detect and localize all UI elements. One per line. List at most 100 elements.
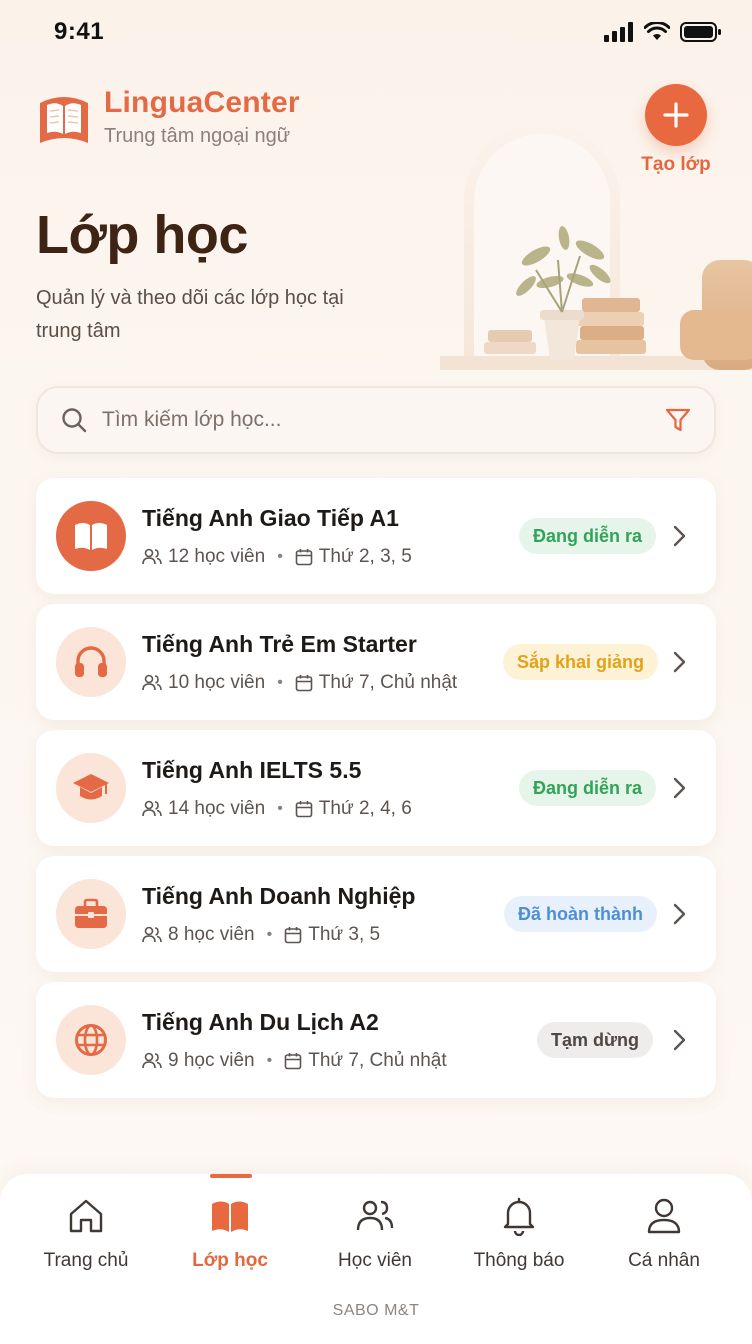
separator-dot: • xyxy=(266,1052,273,1069)
book-icon xyxy=(212,1201,248,1232)
class-meta: 10 học viên • Thứ 7, Chủ nhật xyxy=(142,672,457,694)
filter-icon[interactable] xyxy=(664,406,692,434)
user-icon xyxy=(647,1198,681,1234)
chevron-right-icon[interactable] xyxy=(672,1026,688,1054)
brand-name: LinguaCenter xyxy=(104,86,300,119)
wifi-icon xyxy=(644,22,670,40)
page-subtitle: Quản lý và theo dõi các lớp học tại trun… xyxy=(36,287,344,342)
class-schedule: Thứ 3, 5 xyxy=(308,924,381,945)
separator-dot: • xyxy=(277,674,283,691)
globe-icon xyxy=(75,1024,107,1056)
cellular-signal-icon xyxy=(604,22,633,42)
separator-dot: • xyxy=(277,800,283,817)
class-meta: 12 học viên • Thứ 2, 3, 5 xyxy=(142,546,412,568)
nav-item-students[interactable]: Học viên xyxy=(305,1196,445,1272)
status-bar: 9:41 xyxy=(0,0,752,64)
class-meta: 14 học viên • Thứ 2, 4, 6 xyxy=(142,798,412,820)
class-list: Tiếng Anh Giao Tiếp A1 12 học viên • Thứ… xyxy=(36,478,716,1108)
class-icon-badge xyxy=(56,627,126,697)
class-name: Tiếng Anh Du Lịch A2 xyxy=(142,1009,379,1035)
nav-label: Trang chủ xyxy=(43,1250,129,1271)
briefcase-icon xyxy=(75,898,107,928)
nav-label: Thông báo xyxy=(473,1250,565,1271)
nav-item-profile[interactable]: Cá nhân xyxy=(594,1196,734,1272)
users-icon xyxy=(142,1052,162,1069)
screen: 9:41 LinguaCenter Trung tâm ngoại ngữ Tạ… xyxy=(0,0,752,1344)
book-icon xyxy=(75,523,107,550)
class-schedule: Thứ 7, Chủ nhật xyxy=(308,1050,447,1071)
footer-brand: SABO M&T xyxy=(332,1302,420,1319)
book-logo-icon xyxy=(40,97,88,143)
status-badge: Sắp khai giảng xyxy=(503,644,659,680)
brand: LinguaCenter Trung tâm ngoại ngữ xyxy=(36,86,300,150)
nav-item-classes[interactable]: Lớp học xyxy=(160,1196,300,1272)
class-card[interactable]: Tiếng Anh Giao Tiếp A1 12 học viên • Thứ… xyxy=(36,478,716,594)
class-meta: 9 học viên • Thứ 7, Chủ nhật xyxy=(142,1050,447,1072)
status-badge: Đã hoàn thành xyxy=(504,896,657,932)
status-time: 9:41 xyxy=(54,18,105,45)
class-icon-badge xyxy=(56,753,126,823)
class-card[interactable]: Tiếng Anh Du Lịch A2 9 học viên • Thứ 7,… xyxy=(36,982,716,1098)
page-title: Lớp học xyxy=(36,205,248,265)
chevron-right-icon[interactable] xyxy=(672,774,688,802)
status-badge: Đang diễn ra xyxy=(519,770,657,806)
separator-dot: • xyxy=(266,926,273,943)
class-students: 14 học viên xyxy=(168,798,266,819)
create-class-button[interactable] xyxy=(645,84,707,146)
class-students: 10 học viên xyxy=(168,672,266,693)
battery-icon xyxy=(680,22,721,42)
class-name: Tiếng Anh Trẻ Em Starter xyxy=(142,631,417,657)
class-icon-badge xyxy=(56,879,126,949)
status-icons xyxy=(604,22,722,42)
brand-subtitle: Trung tâm ngoại ngữ xyxy=(104,125,291,147)
calendar-icon xyxy=(295,675,313,692)
class-name: Tiếng Anh IELTS 5.5 xyxy=(142,757,362,783)
class-icon-badge xyxy=(56,1005,126,1075)
search-icon xyxy=(62,408,87,433)
class-card[interactable]: Tiếng Anh Trẻ Em Starter 10 học viên • T… xyxy=(36,604,716,720)
nav-item-home[interactable]: Trang chủ xyxy=(16,1196,156,1272)
class-students: 9 học viên xyxy=(168,1050,255,1071)
users-icon xyxy=(142,548,162,565)
users-icon xyxy=(142,926,162,943)
search-bar[interactable] xyxy=(36,386,716,454)
class-name: Tiếng Anh Doanh Nghiệp xyxy=(142,883,416,909)
search-input[interactable] xyxy=(102,408,664,432)
create-class-label[interactable]: Tạo lớp xyxy=(636,154,716,176)
create-class-action[interactable]: Tạo lớp xyxy=(636,84,716,176)
chevron-right-icon[interactable] xyxy=(672,900,688,928)
bell-icon xyxy=(503,1197,535,1236)
class-name: Tiếng Anh Giao Tiếp A1 xyxy=(142,505,399,531)
brand-text: LinguaCenter Trung tâm ngoại ngữ xyxy=(104,86,300,150)
status-badge: Tạm dừng xyxy=(537,1022,654,1058)
status-badge: Đang diễn ra xyxy=(519,518,657,554)
nav-item-notifications[interactable]: Thông báo xyxy=(449,1196,589,1272)
class-card[interactable]: Tiếng Anh Doanh Nghiệp 8 học viên • Thứ … xyxy=(36,856,716,972)
nav-label: Học viên xyxy=(338,1250,412,1271)
class-schedule: Thứ 2, 4, 6 xyxy=(318,798,412,819)
calendar-icon xyxy=(295,549,313,566)
headphones-icon xyxy=(75,646,107,677)
separator-dot: • xyxy=(277,548,283,565)
active-tab-indicator xyxy=(210,1174,252,1178)
users-icon xyxy=(142,800,162,817)
bottom-nav: Trang chủ Lớp học Học viên Thông báo Cá … xyxy=(0,1174,752,1344)
users-icon xyxy=(142,674,162,691)
calendar-icon xyxy=(284,927,302,944)
class-schedule: Thứ 2, 3, 5 xyxy=(318,546,412,567)
class-meta: 8 học viên • Thứ 3, 5 xyxy=(142,924,380,946)
calendar-icon xyxy=(295,801,313,818)
chevron-right-icon[interactable] xyxy=(672,648,688,676)
users-icon xyxy=(356,1200,394,1231)
class-card[interactable]: Tiếng Anh IELTS 5.5 14 học viên • Thứ 2,… xyxy=(36,730,716,846)
home-icon xyxy=(69,1199,103,1233)
calendar-icon xyxy=(284,1053,302,1070)
nav-label: Lớp học xyxy=(192,1250,268,1271)
chevron-right-icon[interactable] xyxy=(672,522,688,550)
class-students: 12 học viên xyxy=(168,546,266,567)
class-icon-badge xyxy=(56,501,126,571)
plus-icon xyxy=(663,102,689,128)
class-students: 8 học viên xyxy=(168,924,255,945)
class-schedule: Thứ 7, Chủ nhật xyxy=(318,672,458,693)
graduation-cap-icon xyxy=(73,774,109,800)
